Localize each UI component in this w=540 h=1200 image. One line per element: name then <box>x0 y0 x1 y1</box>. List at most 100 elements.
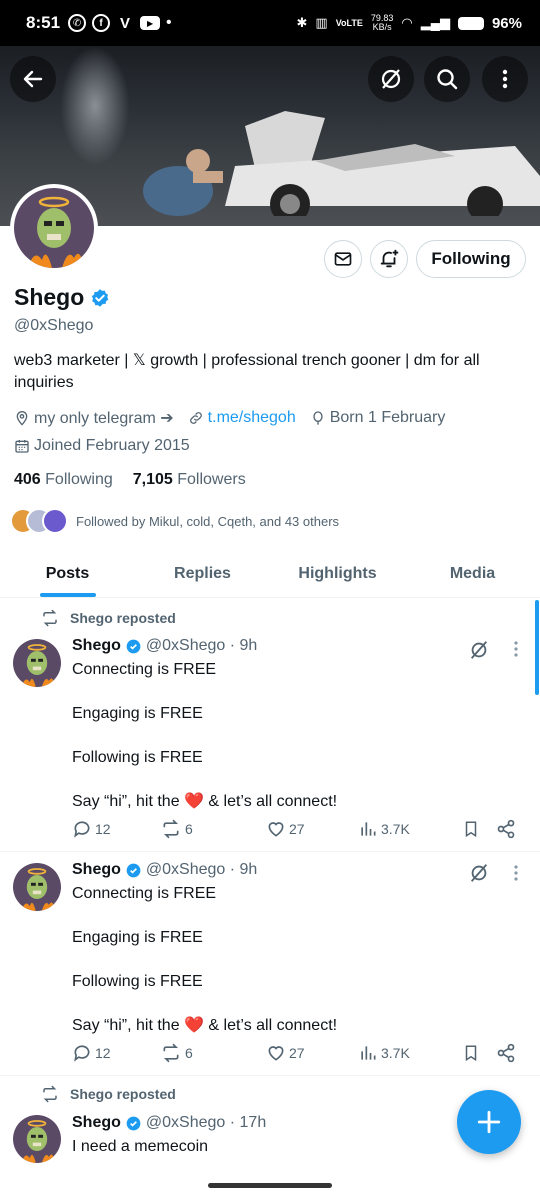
views-button[interactable]: 3.7K <box>358 1043 462 1063</box>
home-indicator[interactable] <box>208 1183 332 1188</box>
message-button[interactable] <box>324 240 362 278</box>
envelope-icon <box>334 252 352 266</box>
repost-button[interactable]: 6 <box>160 1043 266 1063</box>
status-time: 8:51 <box>26 13 61 32</box>
balloon-icon <box>313 411 323 425</box>
followed-by-row[interactable]: Followed by Mikul, cold, Cqeth, and 43 o… <box>10 508 339 534</box>
followers-count-link[interactable]: 7,105 Followers <box>133 471 246 489</box>
grok-icon[interactable] <box>468 862 490 884</box>
profile-bio: web3 marketer | 𝕏 growth | professional … <box>14 352 480 391</box>
tab-highlights[interactable]: Highlights <box>270 550 405 597</box>
verified-badge-icon[interactable] <box>90 288 110 308</box>
bell-plus-icon <box>380 249 399 268</box>
profile-link[interactable]: t.me/shegoh <box>208 409 296 427</box>
back-button[interactable] <box>10 56 56 102</box>
tab-posts[interactable]: Posts <box>0 550 135 597</box>
notification-icons: ✆ f V ▶ • <box>68 14 172 32</box>
reply-button[interactable]: 12 <box>72 819 160 839</box>
post-handle-time: @0xShego · 9h <box>145 861 258 878</box>
profile-avatar[interactable] <box>10 184 98 272</box>
volte-icon: VoLTE <box>335 18 363 28</box>
post-more-icon[interactable] <box>514 865 518 881</box>
tab-replies[interactable]: Replies <box>135 550 270 597</box>
share-icon <box>497 819 515 839</box>
search-button[interactable] <box>424 56 470 102</box>
profile-stats: 406 Following 7,105 Followers <box>14 471 246 489</box>
post-actions: 12 6 27 3.7K <box>72 1043 522 1063</box>
location-pin-icon <box>16 411 28 426</box>
views-chart-icon <box>361 1046 376 1060</box>
calendar-icon <box>15 440 29 453</box>
display-name: Shego <box>14 284 85 310</box>
arrow-left-icon <box>23 70 43 88</box>
profile-joined: Joined February 2015 <box>34 437 190 454</box>
plus-icon <box>477 1110 501 1134</box>
views-button[interactable]: 3.7K <box>358 819 462 839</box>
post-avatar[interactable] <box>13 863 61 911</box>
dot-icon: • <box>166 14 172 31</box>
share-button[interactable] <box>496 819 516 839</box>
following-button[interactable]: Following <box>416 240 526 278</box>
heart-icon <box>268 1046 284 1061</box>
post-author-name[interactable]: Shego <box>72 637 121 655</box>
post-author-name[interactable]: Shego <box>72 861 121 879</box>
follower-avatar <box>42 508 68 534</box>
post-avatar[interactable] <box>13 1115 61 1163</box>
like-button[interactable]: 27 <box>266 819 358 839</box>
compose-post-button[interactable] <box>457 1090 521 1154</box>
repost-icon <box>163 819 179 839</box>
bookmark-button[interactable] <box>462 819 496 839</box>
grok-button[interactable] <box>368 56 414 102</box>
bookmark-icon <box>465 1045 477 1062</box>
verified-badge-icon <box>126 639 141 653</box>
link-icon <box>189 412 202 424</box>
repost-indicator: Shego reposted <box>40 609 176 627</box>
followed-by-text: Followed by Mikul, cold, Cqeth, and 43 o… <box>76 513 340 529</box>
profile-meta: my only telegram ➔ t.me/shegoh Born 1 Fe… <box>14 408 445 428</box>
verified-badge-icon <box>126 863 141 877</box>
repost-icon <box>43 609 57 627</box>
post-item[interactable]: Shego reposted Shego @0xShego · 17h I ne… <box>0 1077 540 1200</box>
youtube-icon: ▶ <box>140 16 161 30</box>
ape-avatar-image <box>13 1115 61 1163</box>
post-author-name[interactable]: Shego <box>72 1114 121 1132</box>
whatsapp-icon: ✆ <box>68 14 87 32</box>
facebook-icon: f <box>92 14 111 32</box>
banner-person-image <box>143 149 223 216</box>
post-item[interactable]: Shego @0xShego · 9h Connecting is FREE E… <box>0 853 540 1076</box>
reply-icon <box>74 1045 90 1062</box>
signal-icon: ▂▄▆ <box>420 15 450 30</box>
post-handle-time: @0xShego · 17h <box>145 1114 267 1131</box>
post-avatar[interactable] <box>13 639 61 687</box>
vimeo-icon: V <box>120 14 131 32</box>
post-text: Connecting is FREE Engaging is FREE Foll… <box>72 661 338 810</box>
post-actions: 12 6 27 3.7K <box>72 819 522 839</box>
profile-tabs: Posts Replies Highlights Media <box>0 550 540 598</box>
post-header: Shego @0xShego · 17h <box>72 1114 266 1132</box>
bookmark-button[interactable] <box>462 1043 496 1063</box>
tab-media[interactable]: Media <box>405 550 540 597</box>
repost-icon <box>43 1085 57 1103</box>
repost-button[interactable]: 6 <box>160 819 266 839</box>
grok-icon[interactable] <box>468 639 490 661</box>
like-button[interactable]: 27 <box>266 1043 358 1063</box>
repost-indicator: Shego reposted <box>40 1085 176 1103</box>
status-bar: 8:51 ✆ f V ▶ • ✱ ▥ VoLTE 79.83 KB/s ◠ ▂▄▆… <box>0 0 540 46</box>
profile-name: Shego <box>14 284 110 311</box>
post-text: I need a memecoin <box>72 1138 209 1155</box>
grok-icon <box>381 69 401 89</box>
share-icon <box>497 1043 515 1063</box>
share-button[interactable] <box>496 1043 516 1063</box>
more-options-button[interactable] <box>482 56 528 102</box>
post-item[interactable]: Shego reposted Shego @0xShego · 9h Conne… <box>0 599 540 852</box>
verified-badge-icon <box>126 1116 141 1130</box>
post-more-icon[interactable] <box>514 641 518 657</box>
reply-button[interactable]: 12 <box>72 1043 160 1063</box>
notifications-button[interactable] <box>370 240 408 278</box>
status-right: ✱ ▥ VoLTE 79.83 KB/s ◠ ▂▄▆ 96% <box>297 14 523 32</box>
following-count-link[interactable]: 406 Following <box>14 471 113 489</box>
bluetooth-icon: ✱ <box>296 15 308 30</box>
network-speed: 79.83 KB/s <box>370 13 394 32</box>
wifi-icon: ◠ <box>401 15 413 30</box>
heart-icon <box>268 822 284 837</box>
